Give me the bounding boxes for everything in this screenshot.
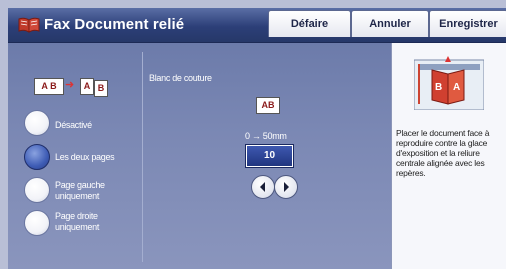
page-right-icon: B bbox=[94, 80, 108, 97]
radio-left-page-label: Page gauche uniquement bbox=[55, 180, 105, 201]
chevron-right-icon bbox=[284, 182, 289, 192]
radio-right-page[interactable] bbox=[24, 210, 50, 236]
decrease-button[interactable] bbox=[251, 175, 275, 199]
undo-button[interactable]: Défaire bbox=[268, 10, 351, 37]
preview-left-letter: B bbox=[435, 82, 443, 93]
instructions-text: Placer le document face à reproduire con… bbox=[396, 128, 490, 178]
range-label: 0 → 50mm bbox=[245, 131, 287, 141]
radio-both-pages[interactable] bbox=[24, 144, 50, 170]
page-title: Fax Document relié bbox=[44, 16, 185, 33]
radio-left-page[interactable] bbox=[24, 177, 50, 203]
radio-off[interactable] bbox=[24, 110, 50, 136]
platen-book-icon bbox=[413, 56, 485, 111]
radio-off-label: Désactivé bbox=[55, 120, 92, 130]
cancel-button[interactable]: Annuler bbox=[351, 10, 429, 37]
book-icon: A B bbox=[34, 78, 64, 95]
preview-right-letter: A bbox=[453, 82, 461, 93]
open-book-icon bbox=[18, 17, 40, 38]
page-left-icon: A bbox=[80, 78, 94, 95]
gutter-value-field[interactable]: 10 bbox=[245, 144, 294, 168]
radio-both-pages-label: Les deux pages bbox=[55, 152, 115, 162]
book-gutter-icon: AB bbox=[256, 97, 280, 114]
radio-right-page-label: Page droite uniquement bbox=[55, 211, 100, 232]
chevron-left-icon bbox=[260, 182, 265, 192]
placement-diagram: B A bbox=[413, 56, 485, 111]
increase-button[interactable] bbox=[274, 175, 298, 199]
arrow-right-icon: ➜ bbox=[65, 79, 75, 91]
save-button[interactable]: Enregistrer bbox=[429, 10, 506, 37]
panel-divider bbox=[142, 52, 143, 262]
edge-erase-label: Blanc de couture bbox=[149, 73, 212, 83]
